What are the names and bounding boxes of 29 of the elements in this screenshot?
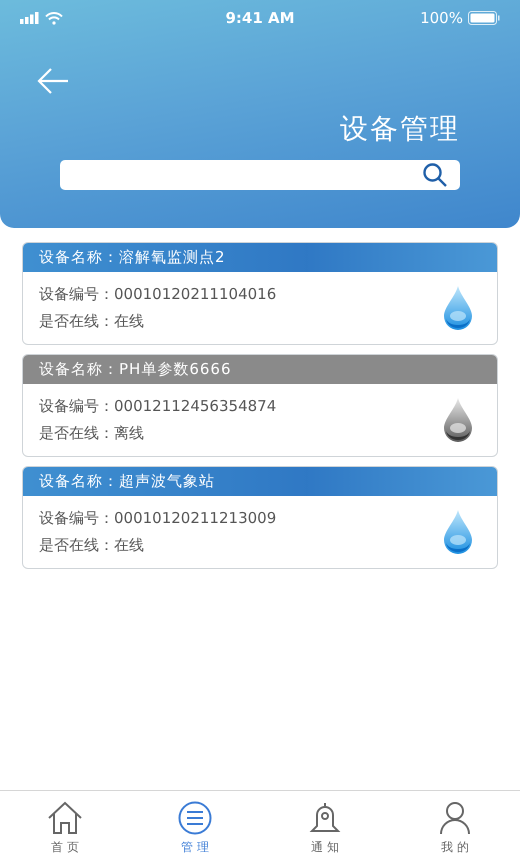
page-title: 设备管理 [340,111,460,147]
device-name: 设备名称：溶解氧监测点2 [23,243,497,272]
battery-percent: 100% [420,9,463,27]
device-card[interactable]: 设备名称：溶解氧监测点2 设备编号：00010120211104016 是否在线：在线 [22,242,498,345]
search-icon[interactable] [422,162,448,188]
status-time: 9:41 AM [225,9,295,27]
device-number: 设备编号：00010120211213009 [39,509,276,528]
bell-icon [309,801,341,835]
battery-icon [468,11,500,25]
person-icon [439,801,471,835]
back-arrow-icon[interactable] [36,66,70,96]
device-card[interactable]: 设备名称：PH单参数6666 设备编号：00012112456354874 是否在线：离线 [22,354,498,457]
device-name: 设备名称：超声波气象站 [23,467,497,496]
tab-bar-item[interactable]: 管 理 [130,791,260,866]
home-icon [47,801,83,835]
device-status: 是否在线：在线 [39,536,145,555]
tab-bar-item[interactable]: 首 页 [0,791,130,866]
device-card[interactable]: 设备名称：超声波气象站 设备编号：00010120211213009 是否在线：在线 [22,466,498,569]
device-name: 设备名称：PH单参数6666 [23,355,497,384]
device-status: 是否在线：离线 [39,424,145,443]
signal-icon [20,12,40,24]
device-status: 是否在线：在线 [39,312,145,331]
wifi-icon [45,12,63,24]
menu-icon [178,801,212,835]
tab-bar-item[interactable]: 通 知 [260,791,390,866]
tab-bar-item[interactable]: 我 的 [390,791,520,866]
device-number: 设备编号：00010120211104016 [39,285,276,304]
search-field[interactable] [60,160,460,190]
device-number: 设备编号：00012112456354874 [39,397,276,416]
